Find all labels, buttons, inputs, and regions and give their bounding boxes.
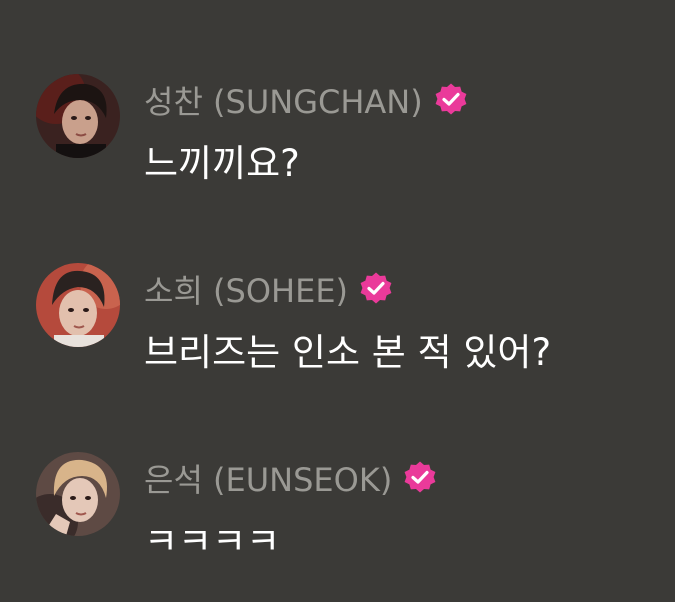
- avatar-portrait-icon: [36, 263, 120, 347]
- sender-row: 성찬 (SUNGCHAN): [144, 78, 469, 122]
- verified-badge-icon: [433, 82, 469, 118]
- sender-name[interactable]: 성찬 (SUNGCHAN): [144, 77, 423, 123]
- sender-name[interactable]: 은석 (EUNSEOK): [144, 455, 392, 501]
- chat-message: 성찬 (SUNGCHAN) 느끼끼요?: [36, 74, 656, 224]
- avatar-portrait-icon: [36, 452, 120, 536]
- verified-badge-icon: [358, 271, 394, 307]
- verified-badge-icon: [402, 460, 438, 496]
- chat-message-list: 성찬 (SUNGCHAN) 느끼끼요? 소희 (SOHEE) 브리즈는 인소 본…: [0, 0, 675, 600]
- avatar[interactable]: [36, 263, 120, 347]
- chat-message: 은석 (EUNSEOK) ㅋㅋㅋㅋ: [36, 452, 656, 602]
- message-text: 느끼끼요?: [144, 142, 300, 185]
- avatar[interactable]: [36, 452, 120, 536]
- message-text: ㅋㅋㅋㅋ: [144, 520, 281, 563]
- sender-row: 은석 (EUNSEOK): [144, 456, 438, 500]
- avatar[interactable]: [36, 74, 120, 158]
- sender-name[interactable]: 소희 (SOHEE): [144, 266, 348, 312]
- avatar-portrait-icon: [36, 74, 120, 158]
- sender-row: 소희 (SOHEE): [144, 267, 394, 311]
- chat-message: 소희 (SOHEE) 브리즈는 인소 본 적 있어?: [36, 263, 656, 413]
- message-text: 브리즈는 인소 본 적 있어?: [144, 331, 552, 374]
